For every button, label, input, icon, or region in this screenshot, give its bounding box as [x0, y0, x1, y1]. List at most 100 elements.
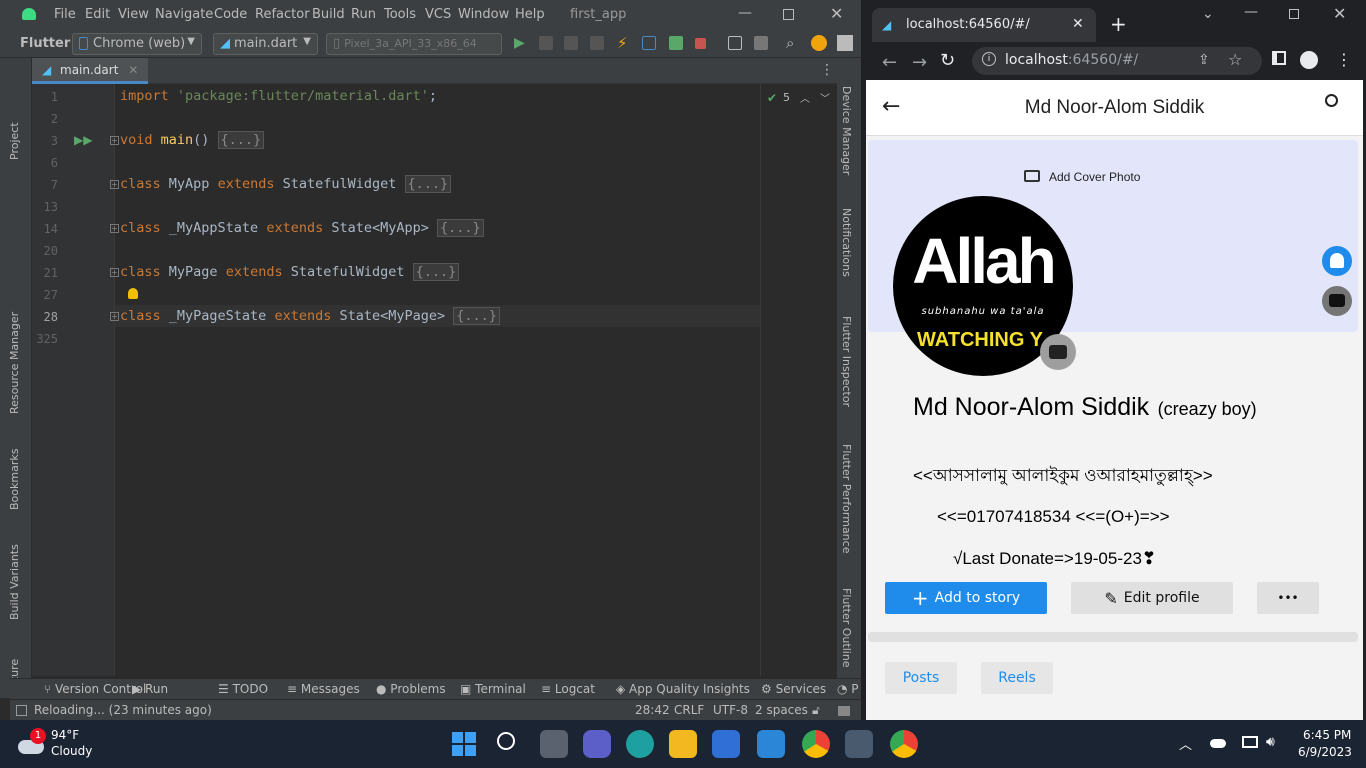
teams-chat-icon[interactable]: [583, 730, 611, 758]
weather-widget[interactable]: 1: [14, 728, 48, 760]
maximize-icon[interactable]: [1289, 9, 1299, 19]
version-control-tool-button[interactable]: ⑂ Version Control: [44, 682, 146, 696]
edit-profile-button[interactable]: ✎ Edit profile: [1071, 582, 1233, 614]
menu-code[interactable]: Code: [214, 7, 247, 22]
volume-icon[interactable]: 🔊︎: [1266, 734, 1275, 750]
project-tool-button[interactable]: Project: [8, 122, 21, 160]
terminal-tool-button[interactable]: ▣ Terminal: [460, 682, 526, 696]
todo-tool-button[interactable]: ☰ TODO: [218, 682, 268, 696]
search-icon[interactable]: ⌕: [786, 34, 794, 52]
reload-icon[interactable]: ↻: [940, 50, 955, 71]
resource-manager-tool-button[interactable]: Resource Manager: [8, 312, 21, 414]
tab-close-icon[interactable]: ✕: [128, 63, 138, 77]
device-manager-icon[interactable]: [728, 36, 742, 50]
run-icon[interactable]: ▶: [514, 35, 525, 51]
network-icon[interactable]: [1242, 736, 1258, 748]
flutter-outline-tool-button[interactable]: Flutter Outline: [840, 588, 853, 668]
fold-toggle-icon[interactable]: +: [110, 180, 119, 189]
app-quality-tool-button[interactable]: ◈ App Quality Insights: [616, 682, 750, 696]
update-icon[interactable]: [811, 35, 827, 51]
problems-tool-button[interactable]: ● Problems: [376, 682, 446, 696]
menu-build[interactable]: Build: [312, 7, 345, 22]
menu-navigate[interactable]: Navigate: [155, 7, 213, 22]
tab-more-icon[interactable]: ⋮: [820, 62, 834, 78]
avatar-icon[interactable]: [837, 35, 853, 51]
services-tool-button[interactable]: ⚙ Services: [761, 682, 826, 696]
fold-toggle-icon[interactable]: +: [110, 136, 119, 145]
back-icon[interactable]: ←: [882, 52, 897, 73]
attach-icon[interactable]: [590, 36, 604, 50]
indent-setting[interactable]: 2 spaces: [755, 703, 808, 717]
fold-toggle-icon[interactable]: +: [110, 224, 119, 233]
hot-reload-icon[interactable]: ⚡: [617, 34, 628, 52]
profile-icon[interactable]: [564, 36, 578, 50]
menu-edit[interactable]: Edit: [85, 7, 110, 22]
bug-icon[interactable]: [669, 36, 683, 50]
android-studio-icon[interactable]: [845, 730, 873, 758]
search-icon[interactable]: [497, 732, 515, 750]
sdk-manager-icon[interactable]: [754, 36, 768, 50]
address-bar[interactable]: i localhost:64560/#/ ⇪ ☆: [972, 47, 1262, 75]
tab-posts[interactable]: Posts: [885, 662, 957, 694]
menu-run[interactable]: Run: [351, 7, 376, 22]
inspection-check-icon[interactable]: ✔: [767, 91, 777, 105]
status-panel-icon[interactable]: [16, 705, 27, 716]
debug-icon[interactable]: [539, 36, 553, 50]
flutter-inspector-tool-button[interactable]: Flutter Inspector: [840, 316, 853, 407]
menu-window[interactable]: Window: [458, 7, 509, 22]
menu-tools[interactable]: Tools: [384, 7, 416, 22]
flutter-performance-tool-button[interactable]: Flutter Performance: [840, 444, 853, 553]
chrome-icon[interactable]: [890, 730, 918, 758]
stop-icon[interactable]: [695, 38, 706, 49]
minimize-icon[interactable]: —: [1244, 4, 1258, 20]
file-encoding[interactable]: UTF-8: [713, 703, 748, 717]
fold-toggle-icon[interactable]: +: [110, 312, 119, 321]
profiler-tool-button[interactable]: ◔ P: [837, 682, 859, 696]
menu-refactor[interactable]: Refactor: [255, 7, 310, 22]
close-icon[interactable]: ✕: [1333, 4, 1346, 23]
onedrive-cloud-icon[interactable]: [1210, 739, 1226, 748]
cover-camera-button[interactable]: [1322, 286, 1352, 316]
more-options-button[interactable]: •••: [1257, 582, 1319, 614]
microsoft-store-icon[interactable]: [712, 730, 740, 758]
site-info-icon[interactable]: i: [982, 52, 996, 66]
messages-tool-button[interactable]: ≡ Messages: [287, 682, 360, 696]
bookmark-star-icon[interactable]: ☆: [1228, 50, 1242, 69]
browser-tab[interactable]: ◢ localhost:64560/#/ ✕: [872, 8, 1096, 42]
run-gutter-icon[interactable]: ▶▶: [74, 133, 92, 147]
device-manager-tool-button[interactable]: Device Manager: [840, 86, 853, 175]
line-separator[interactable]: CRLF: [674, 703, 704, 717]
chevron-up-icon[interactable]: ︿: [1179, 734, 1192, 753]
task-view-icon[interactable]: [540, 730, 568, 758]
chevron-up-icon[interactable]: ︿: [800, 90, 810, 105]
run-config-selector[interactable]: ◢ main.dart ▼: [213, 33, 318, 55]
side-panel-icon[interactable]: [1272, 51, 1286, 65]
clock-time[interactable]: 6:45 PM: [1303, 728, 1351, 742]
add-cover-photo-button[interactable]: Add Cover Photo: [1049, 170, 1140, 184]
menu-view[interactable]: View: [118, 7, 149, 22]
tab-close-icon[interactable]: ✕: [1072, 16, 1084, 32]
hot-restart-icon[interactable]: [642, 36, 656, 50]
notifications-tool-button[interactable]: Notifications: [840, 208, 853, 277]
share-icon[interactable]: ⇪: [1198, 52, 1210, 68]
tab-search-icon[interactable]: ⌄: [1202, 6, 1214, 22]
notification-bell-button[interactable]: [1322, 246, 1352, 276]
add-to-story-button[interactable]: + Add to story: [885, 582, 1047, 614]
fold-toggle-icon[interactable]: +: [110, 268, 119, 277]
search-icon[interactable]: [1325, 94, 1338, 107]
chrome-icon[interactable]: [802, 730, 830, 758]
lightbulb-icon[interactable]: [128, 288, 138, 299]
menu-help[interactable]: Help: [515, 7, 545, 22]
mail-icon[interactable]: [757, 730, 785, 758]
tab-main-dart[interactable]: ◢ main.dart ✕: [32, 58, 149, 84]
file-explorer-icon[interactable]: [669, 730, 697, 758]
device-selector[interactable]: Chrome (web) ▼: [72, 33, 202, 55]
windows-start-icon[interactable]: [452, 732, 476, 756]
profile-avatar[interactable]: [1300, 51, 1318, 69]
new-tab-icon[interactable]: +: [1110, 12, 1127, 36]
maximize-icon[interactable]: [783, 9, 794, 20]
chevron-down-icon[interactable]: ﹀: [820, 90, 830, 105]
logcat-tool-button[interactable]: ≡ Logcat: [541, 682, 595, 696]
code-editor[interactable]: ✔ 5 ︿ ﹀: [115, 84, 837, 676]
clock-date[interactable]: 6/9/2023: [1298, 745, 1352, 759]
